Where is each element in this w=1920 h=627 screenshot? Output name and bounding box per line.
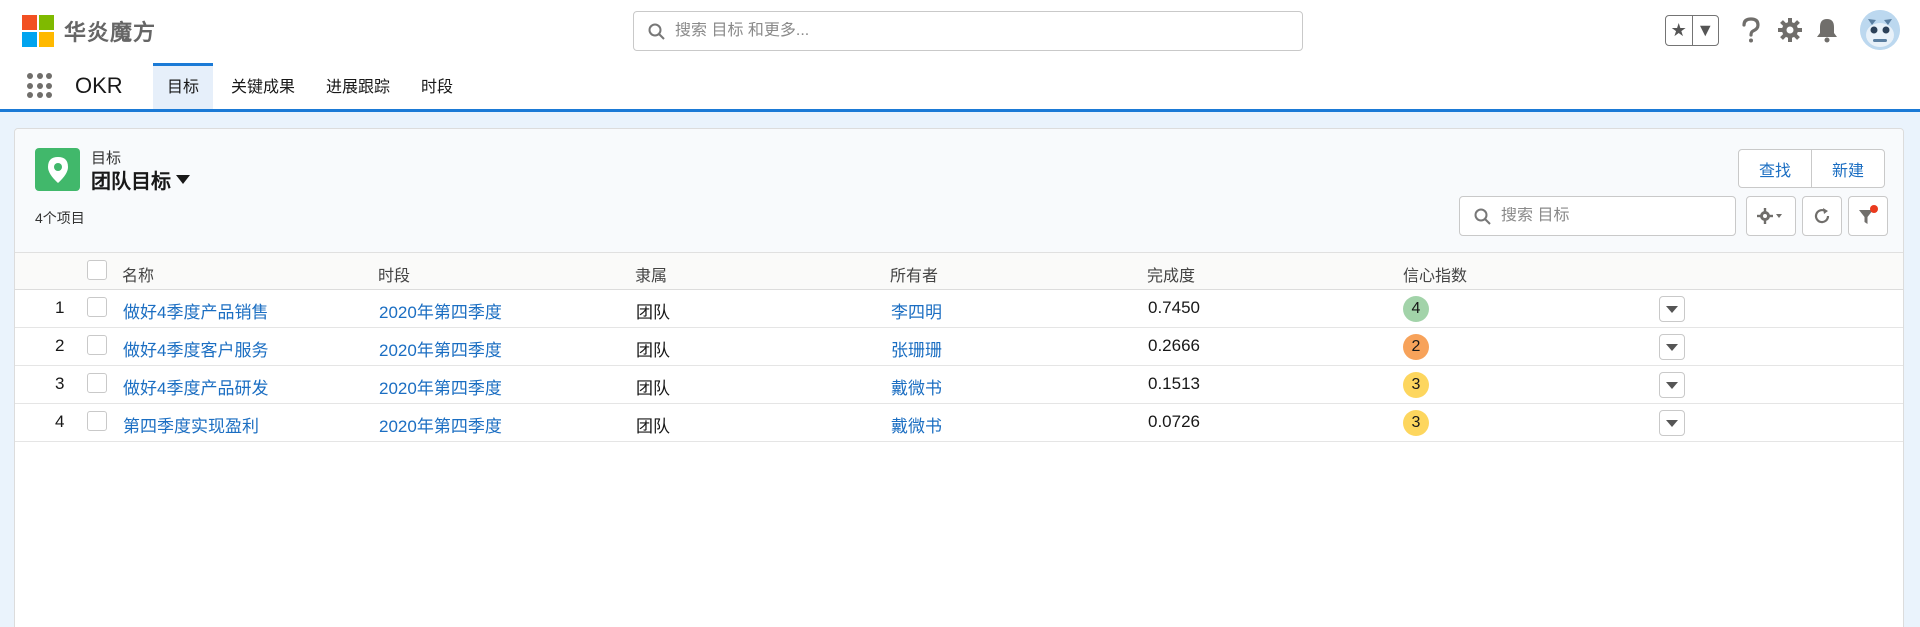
bell-icon[interactable] — [1811, 14, 1843, 46]
column-header-confidence[interactable]: 信心指数 — [1403, 262, 1467, 286]
refresh-icon — [1814, 208, 1830, 224]
chevron-down-icon — [1666, 419, 1678, 427]
owner-link[interactable]: 戴微书 — [891, 412, 942, 437]
completion-value: 0.2666 — [1148, 336, 1200, 355]
global-search[interactable] — [633, 11, 1303, 51]
avatar[interactable] — [1860, 10, 1900, 50]
belongs-value: 团队 — [636, 379, 670, 398]
column-header-belongs[interactable]: 隶属 — [635, 262, 667, 286]
tab-objectives[interactable]: 目标 — [153, 63, 214, 109]
list-view-card: 目标 团队目标 4个项目 查找 新建 名称 时段 隶属 所有者 完成度 — [14, 128, 1904, 627]
row-checkbox[interactable] — [87, 411, 107, 431]
search-icon — [648, 23, 665, 40]
column-header-completion[interactable]: 完成度 — [1147, 262, 1195, 286]
logo-icon — [22, 15, 54, 47]
star-icon[interactable]: ★ — [1666, 16, 1693, 45]
gear-icon — [1757, 208, 1782, 224]
row-number: 2 — [55, 336, 65, 355]
period-link[interactable]: 2020年第四季度 — [379, 374, 502, 399]
row-checkbox[interactable] — [87, 297, 107, 317]
find-button[interactable]: 查找 — [1739, 150, 1813, 187]
list-view-name: 团队目标 — [91, 171, 171, 193]
completion-value: 0.0726 — [1148, 412, 1200, 431]
completion-value: 0.1513 — [1148, 374, 1200, 393]
tab-periods[interactable]: 时段 — [407, 63, 467, 109]
tab-progress-tracking[interactable]: 进展跟踪 — [312, 63, 404, 109]
filter-button[interactable] — [1848, 196, 1888, 236]
confidence-badge: 3 — [1403, 410, 1429, 436]
table-row: 4 第四季度实现盈利 2020年第四季度 团队 戴微书 0.0726 3 — [15, 404, 1903, 442]
list-search[interactable] — [1459, 196, 1736, 236]
belongs-value: 团队 — [636, 303, 670, 322]
tab-key-results[interactable]: 关键成果 — [217, 63, 309, 109]
column-header-period[interactable]: 时段 — [378, 262, 410, 286]
item-count: 4个项目 — [35, 210, 85, 226]
table-row: 1 做好4季度产品销售 2020年第四季度 团队 李四明 0.7450 4 — [15, 290, 1903, 328]
chevron-down-icon[interactable]: ▼ — [1693, 16, 1719, 45]
owner-link[interactable]: 戴微书 — [891, 374, 942, 399]
list-settings-button[interactable] — [1746, 196, 1796, 236]
select-all-checkbox[interactable] — [87, 260, 107, 280]
app-nav-bar: OKR 目标 关键成果 进展跟踪 时段 — [0, 61, 1920, 112]
favorites-button[interactable]: ★ ▼ — [1665, 15, 1719, 46]
global-search-input[interactable] — [675, 22, 1275, 40]
table-header: 名称 时段 隶属 所有者 完成度 信心指数 — [15, 253, 1903, 290]
action-button-group: 查找 新建 — [1738, 149, 1886, 188]
period-link[interactable]: 2020年第四季度 — [379, 412, 502, 437]
list-view-header: 目标 团队目标 4个项目 查找 新建 — [15, 129, 1903, 253]
table-row: 2 做好4季度客户服务 2020年第四季度 团队 张珊珊 0.2666 2 — [15, 328, 1903, 366]
list-view-selector[interactable]: 团队目标 — [91, 165, 190, 194]
brand-name: 华炎魔方 — [64, 20, 157, 45]
row-checkbox[interactable] — [87, 373, 107, 393]
search-icon — [1474, 208, 1491, 225]
table-row: 3 做好4季度产品研发 2020年第四季度 团队 戴微书 0.1513 3 — [15, 366, 1903, 404]
row-action-menu[interactable] — [1659, 296, 1685, 322]
caret-down-icon — [176, 175, 190, 184]
row-number: 4 — [55, 412, 65, 431]
global-header: 华炎魔方 ★ ▼ — [0, 0, 1920, 61]
objective-name-link[interactable]: 做好4季度客户服务 — [123, 336, 268, 361]
confidence-badge: 4 — [1403, 296, 1429, 322]
row-number: 1 — [55, 298, 65, 317]
belongs-value: 团队 — [636, 417, 670, 436]
filter-icon — [1859, 205, 1878, 224]
row-action-menu[interactable] — [1659, 372, 1685, 398]
owner-link[interactable]: 张珊珊 — [891, 336, 942, 361]
brand-logo[interactable]: 华炎魔方 — [22, 15, 156, 47]
objective-name-link[interactable]: 做好4季度产品研发 — [123, 374, 268, 399]
row-action-menu[interactable] — [1659, 334, 1685, 360]
confidence-badge: 3 — [1403, 372, 1429, 398]
chevron-down-icon — [1666, 305, 1678, 313]
refresh-button[interactable] — [1802, 196, 1842, 236]
completion-value: 0.7450 — [1148, 298, 1200, 317]
gear-icon[interactable] — [1774, 14, 1806, 46]
row-checkbox[interactable] — [87, 335, 107, 355]
chevron-down-icon — [1666, 381, 1678, 389]
period-link[interactable]: 2020年第四季度 — [379, 298, 502, 323]
chevron-down-icon — [1666, 343, 1678, 351]
row-action-menu[interactable] — [1659, 410, 1685, 436]
row-number: 3 — [55, 374, 65, 393]
belongs-value: 团队 — [636, 341, 670, 360]
app-name: OKR — [75, 73, 123, 98]
help-icon[interactable] — [1735, 14, 1767, 46]
list-search-input[interactable] — [1501, 207, 1721, 225]
app-launcher-icon[interactable] — [27, 73, 53, 99]
owner-link[interactable]: 李四明 — [891, 298, 942, 323]
column-header-owner[interactable]: 所有者 — [890, 262, 938, 286]
location-pin-icon — [35, 148, 80, 191]
objective-name-link[interactable]: 第四季度实现盈利 — [123, 412, 259, 437]
confidence-badge: 2 — [1403, 334, 1429, 360]
period-link[interactable]: 2020年第四季度 — [379, 336, 502, 361]
objective-name-link[interactable]: 做好4季度产品销售 — [123, 298, 268, 323]
column-header-name[interactable]: 名称 — [122, 262, 154, 286]
new-button[interactable]: 新建 — [1812, 150, 1884, 187]
